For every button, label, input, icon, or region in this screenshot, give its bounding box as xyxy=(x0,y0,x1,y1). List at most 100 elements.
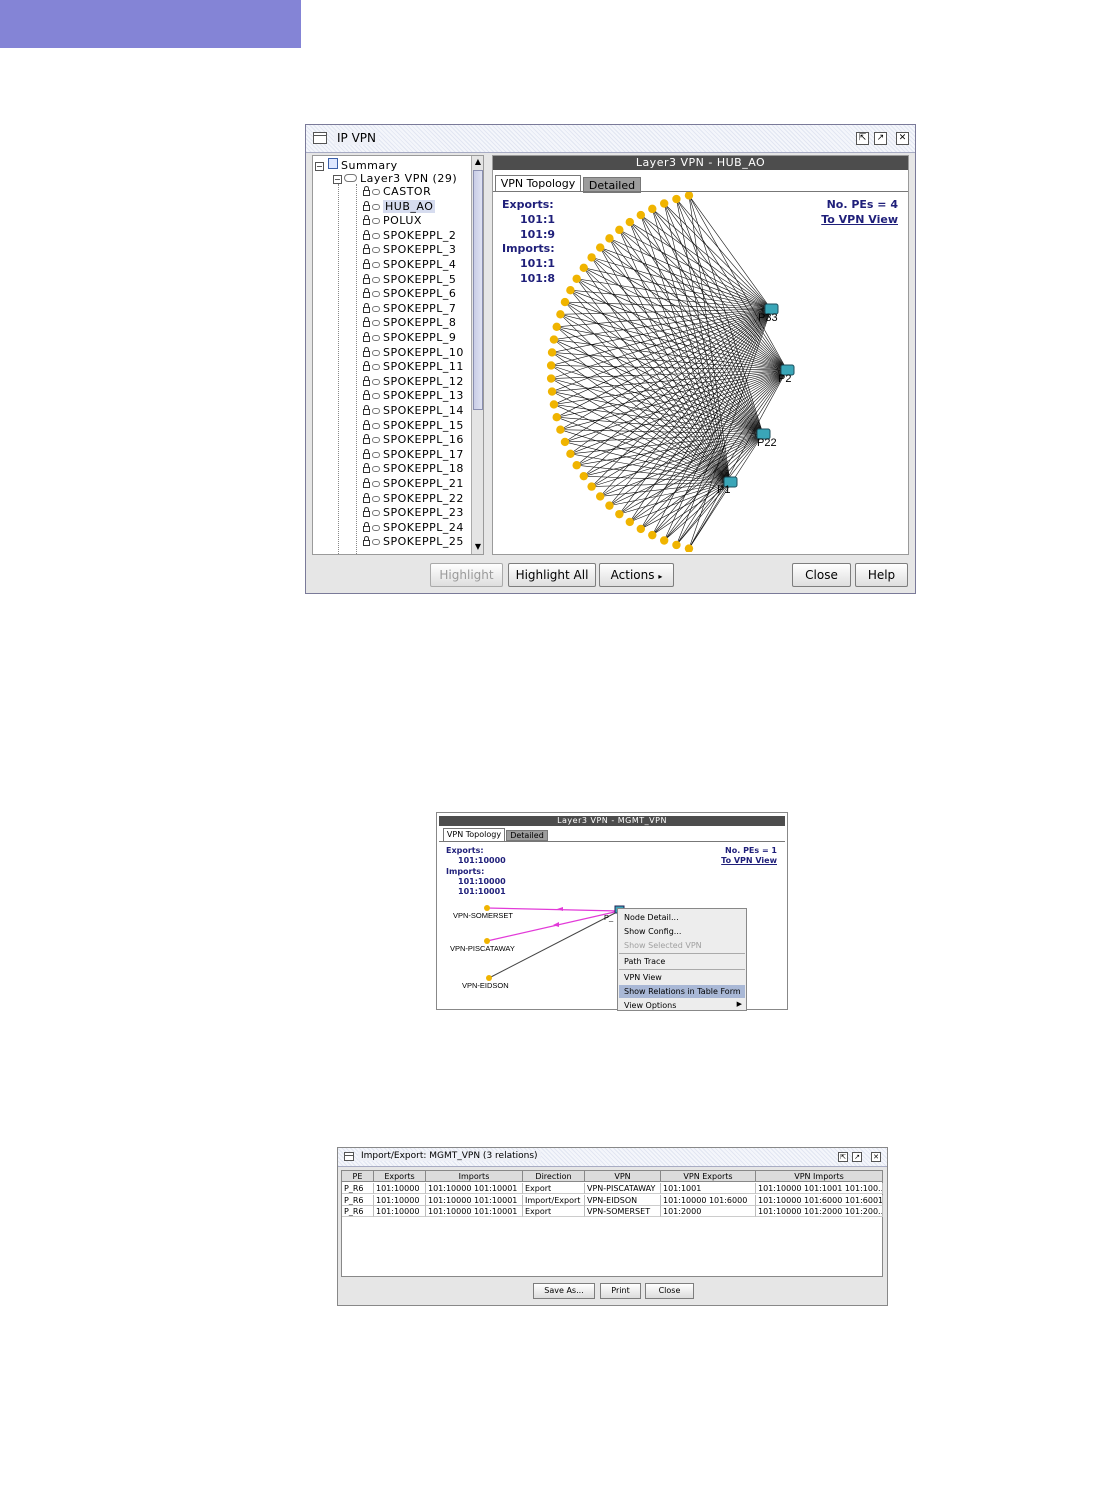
close-button[interactable]: Close xyxy=(792,563,851,587)
tree-item[interactable]: SPOKEPPL_5 xyxy=(363,273,456,287)
window-titlebar[interactable]: IP VPN ⇱ ↗ ✕ xyxy=(306,125,915,153)
actions-button[interactable]: Actions ▸ xyxy=(599,563,674,587)
tree-item[interactable]: SPOKEPPL_11 xyxy=(363,360,464,374)
column-header[interactable]: PE xyxy=(342,1171,374,1182)
maximize-icon[interactable]: ↗ xyxy=(852,1152,862,1162)
tree-root[interactable]: − Summary xyxy=(315,158,398,172)
spoke-node[interactable] xyxy=(587,482,596,491)
table-cell[interactable]: VPN-SOMERSET xyxy=(585,1206,661,1217)
save-as-button[interactable]: Save As... xyxy=(533,1283,595,1299)
spoke-node[interactable] xyxy=(552,412,561,422)
column-header[interactable]: VPN xyxy=(585,1171,661,1182)
spoke-node[interactable] xyxy=(549,335,559,344)
table-cell[interactable]: 101:10000 xyxy=(374,1206,426,1217)
menu-item-node-detail[interactable]: Node Detail... xyxy=(624,913,679,922)
tree-item[interactable]: SPOKEPPL_9 xyxy=(363,331,456,345)
undock-icon[interactable]: ⇱ xyxy=(838,1152,848,1162)
menu-item-show-selected-vpn[interactable]: Show Selected VPN xyxy=(624,941,702,950)
menu-item-vpn-view[interactable]: VPN View xyxy=(624,973,662,982)
menu-item-show-config[interactable]: Show Config... xyxy=(624,927,681,936)
spoke-node[interactable] xyxy=(605,234,614,243)
spoke-node[interactable] xyxy=(615,225,624,235)
tree-item[interactable]: SPOKEPPL_17 xyxy=(363,448,464,462)
tree-item[interactable]: SPOKEPPL_16 xyxy=(363,433,464,447)
spoke-node[interactable] xyxy=(547,348,557,357)
spoke-node[interactable] xyxy=(572,461,581,470)
spoke-node[interactable] xyxy=(595,492,605,501)
menu-item-view-options[interactable]: View Options xyxy=(624,1001,676,1010)
spoke-node[interactable] xyxy=(566,449,575,458)
tree-item[interactable]: SPOKEPPL_2 xyxy=(363,229,456,243)
spoke-node[interactable] xyxy=(560,297,570,307)
column-header[interactable]: Direction xyxy=(523,1171,585,1182)
tree-item[interactable]: SPOKEPPL_4 xyxy=(363,258,456,272)
relations-table[interactable]: PE Exports Imports Direction VPN VPN Exports V… xyxy=(341,1170,883,1277)
table-cell[interactable]: 101:10000 101:6000 xyxy=(661,1194,756,1206)
print-button[interactable]: Print xyxy=(600,1283,641,1299)
tree-item[interactable]: SPOKEPPL_13 xyxy=(363,389,464,403)
table-cell[interactable]: P_R6 xyxy=(342,1194,374,1206)
tab-detailed[interactable]: Detailed xyxy=(506,830,548,841)
tree-item[interactable]: SPOKEPPL_21 xyxy=(363,477,464,491)
spoke-node[interactable] xyxy=(595,243,605,252)
tree-item[interactable]: SPOKEPPL_7 xyxy=(363,302,456,316)
spoke-node[interactable] xyxy=(672,540,681,550)
tree-item[interactable]: SPOKEPPL_10 xyxy=(363,346,464,360)
spoke-node[interactable] xyxy=(659,199,669,208)
spoke-node[interactable] xyxy=(546,361,556,370)
spoke-node[interactable] xyxy=(556,425,565,434)
tab-vpn-topology[interactable]: VPN Topology xyxy=(443,828,505,841)
spoke-node[interactable] xyxy=(636,524,646,534)
tree-item[interactable]: POLUX xyxy=(363,214,422,228)
table-cell[interactable]: Export xyxy=(523,1206,585,1217)
spoke-node[interactable] xyxy=(579,263,588,273)
spoke-node[interactable] xyxy=(547,387,557,396)
tree-item[interactable]: SPOKEPPL_3 xyxy=(363,243,456,257)
spoke-node[interactable] xyxy=(605,501,614,510)
spoke-node[interactable] xyxy=(546,374,556,383)
tree-item[interactable]: SPOKEPPL_22 xyxy=(363,492,464,506)
table-cell[interactable]: Export xyxy=(523,1183,585,1194)
spoke-node[interactable] xyxy=(625,217,635,227)
tree-item[interactable]: SPOKEPPL_25 xyxy=(363,535,464,549)
collapse-icon[interactable]: − xyxy=(333,175,342,184)
collapse-icon[interactable]: − xyxy=(315,162,324,171)
table-cell[interactable]: 101:10000 101:6000 101:6001 xyxy=(756,1194,883,1206)
spoke-node[interactable] xyxy=(560,437,570,447)
spoke-node[interactable] xyxy=(684,544,694,552)
spoke-node[interactable] xyxy=(615,509,624,519)
table-cell[interactable]: 101:2000 xyxy=(661,1206,756,1217)
close-icon[interactable]: ✕ xyxy=(896,132,909,145)
highlight-button[interactable]: Highlight xyxy=(430,563,503,587)
table-cell[interactable]: 101:10000 101:2000 101:200... xyxy=(756,1206,883,1217)
spoke-node[interactable] xyxy=(648,204,657,214)
table-cell[interactable]: 101:10000 xyxy=(374,1183,426,1194)
column-header[interactable]: Imports xyxy=(426,1171,523,1182)
spoke-node[interactable] xyxy=(566,286,575,295)
spoke-node[interactable] xyxy=(549,400,559,409)
spoke-node[interactable] xyxy=(672,194,681,204)
menu-item-show-relations[interactable]: Show Relations in Table Form xyxy=(624,987,741,996)
table-cell[interactable]: P_R6 xyxy=(342,1183,374,1194)
tree-item[interactable]: SPOKEPPL_23 xyxy=(363,506,464,520)
close-button[interactable]: Close xyxy=(645,1283,694,1299)
table-cell[interactable]: Import/Export xyxy=(523,1194,585,1206)
undock-icon[interactable]: ⇱ xyxy=(856,132,869,145)
vpn-topology-graph[interactable]: P33 P2 P22 P1 xyxy=(493,192,908,552)
tree-item[interactable]: SPOKEPPL_12 xyxy=(363,375,464,389)
spoke-node[interactable] xyxy=(659,536,669,545)
help-button[interactable]: Help xyxy=(855,563,908,587)
spoke-node[interactable] xyxy=(556,310,565,319)
window-titlebar[interactable]: Import/Export: MGMT_VPN (3 relations) ⇱ … xyxy=(338,1148,887,1167)
column-header[interactable]: VPN Exports xyxy=(661,1171,756,1182)
tree-group[interactable]: − Layer3 VPN (29) xyxy=(333,172,457,186)
vpn-tree[interactable]: − Summary − Layer3 VPN (29) CASTOR HUB_AO PO… xyxy=(312,155,484,555)
tab-vpn-topology[interactable]: VPN Topology xyxy=(495,175,581,191)
tree-item[interactable]: SPOKEPPL_24 xyxy=(363,521,464,535)
table-cell[interactable]: 101:10000 101:10001 xyxy=(426,1206,523,1217)
spoke-node[interactable] xyxy=(636,210,646,220)
maximize-icon[interactable]: ↗ xyxy=(874,132,887,145)
spoke-node[interactable] xyxy=(552,322,561,332)
spoke-node[interactable] xyxy=(648,530,657,540)
scroll-thumb[interactable] xyxy=(473,170,483,410)
